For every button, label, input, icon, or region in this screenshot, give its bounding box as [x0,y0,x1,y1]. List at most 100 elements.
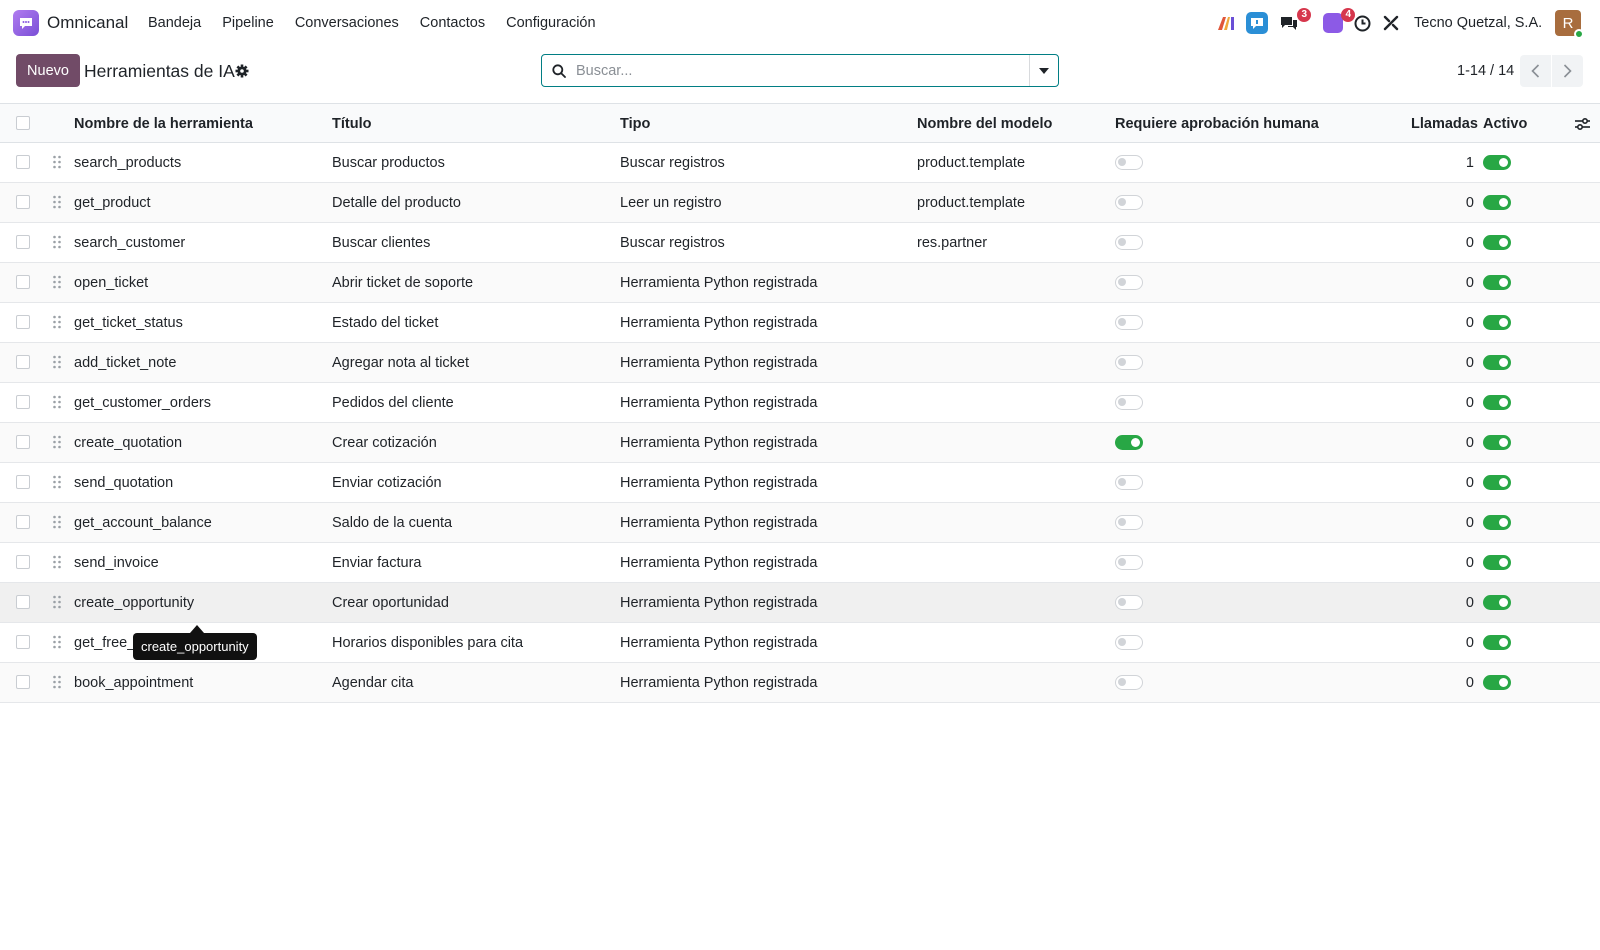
cell-title[interactable]: Enviar factura [332,555,421,571]
ai-icon[interactable] [1214,11,1238,35]
app-name[interactable]: Omnicanal [47,13,128,33]
table-row[interactable]: get_product Detalle del producto Leer un r… [0,183,1600,223]
cell-name[interactable]: send_invoice [74,555,159,571]
approval-toggle[interactable] [1115,515,1143,530]
drag-handle-icon[interactable] [53,475,61,489]
active-toggle[interactable] [1483,515,1511,530]
drag-handle-icon[interactable] [53,195,61,209]
table-row[interactable]: create_quotation Crear cotización Herramie… [0,423,1600,463]
cell-name[interactable]: search_customer [74,235,185,251]
table-row[interactable]: create_opportunity Crear oportunidad Herra… [0,583,1600,623]
row-checkbox[interactable] [16,315,30,329]
cell-model[interactable]: product.template [917,155,1025,171]
cell-model[interactable]: res.partner [917,235,987,251]
row-checkbox[interactable] [16,235,30,249]
column-header-type[interactable]: Tipo [620,116,650,132]
approval-toggle[interactable] [1115,155,1143,170]
active-toggle[interactable] [1483,475,1511,490]
cell-title[interactable]: Crear oportunidad [332,595,449,611]
approval-toggle[interactable] [1115,195,1143,210]
approval-toggle[interactable] [1115,595,1143,610]
drag-handle-icon[interactable] [53,235,61,249]
drag-handle-icon[interactable] [53,675,61,689]
cell-type[interactable]: Herramienta Python registrada [620,555,817,571]
menu-item-bandeja[interactable]: Bandeja [148,15,201,31]
menu-item-contactos[interactable]: Contactos [420,15,485,31]
cell-name[interactable]: get_customer_orders [74,395,211,411]
cell-title[interactable]: Pedidos del cliente [332,395,454,411]
cell-name[interactable]: add_ticket_note [74,355,176,371]
drag-handle-icon[interactable] [53,595,61,609]
cell-title[interactable]: Enviar cotización [332,475,442,491]
chat-bubble-icon[interactable] [13,10,39,36]
cell-type[interactable]: Herramienta Python registrada [620,275,817,291]
column-header-active[interactable]: Activo [1483,116,1527,132]
drag-handle-icon[interactable] [53,315,61,329]
row-checkbox[interactable] [16,395,30,409]
approval-toggle[interactable] [1115,555,1143,570]
cell-type[interactable]: Herramienta Python registrada [620,395,817,411]
clock-icon[interactable] [1350,11,1374,35]
table-row[interactable]: send_invoice Enviar factura Herramienta Py… [0,543,1600,583]
cell-name[interactable]: book_appointment [74,675,193,691]
cell-name[interactable]: open_ticket [74,275,148,291]
active-toggle[interactable] [1483,275,1511,290]
cell-title[interactable]: Buscar productos [332,155,445,171]
cell-name[interactable]: create_opportunity [74,595,194,611]
active-toggle[interactable] [1483,355,1511,370]
row-checkbox[interactable] [16,435,30,449]
cell-type[interactable]: Herramienta Python registrada [620,315,817,331]
livechat-icon[interactable] [1245,11,1269,35]
row-checkbox[interactable] [16,675,30,689]
messages-icon[interactable]: 3 [1277,8,1311,35]
approval-toggle[interactable] [1115,235,1143,250]
drag-handle-icon[interactable] [53,155,61,169]
column-header-model[interactable]: Nombre del modelo [917,116,1052,132]
search-options-toggle[interactable] [1029,55,1058,86]
table-row[interactable]: add_ticket_note Agregar nota al ticket Her… [0,343,1600,383]
user-avatar[interactable]: R [1555,10,1584,39]
drag-handle-icon[interactable] [53,275,61,289]
menu-item-conversaciones[interactable]: Conversaciones [295,15,399,31]
drag-handle-icon[interactable] [53,435,61,449]
cell-name[interactable]: get_ticket_status [74,315,183,331]
new-button[interactable]: Nuevo [16,54,80,87]
drag-handle-icon[interactable] [53,395,61,409]
table-row[interactable]: get_account_balance Saldo de la cuenta Her… [0,503,1600,543]
cell-title[interactable]: Buscar clientes [332,235,430,251]
cell-type[interactable]: Herramienta Python registrada [620,515,817,531]
row-checkbox[interactable] [16,275,30,289]
table-row[interactable]: get_customer_orders Pedidos del cliente He… [0,383,1600,423]
cell-title[interactable]: Crear cotización [332,435,437,451]
active-toggle[interactable] [1483,315,1511,330]
cell-title[interactable]: Abrir ticket de soporte [332,275,473,291]
cell-title[interactable]: Detalle del producto [332,195,461,211]
approval-toggle[interactable] [1115,475,1143,490]
approval-toggle[interactable] [1115,275,1143,290]
table-row[interactable]: get_ticket_status Estado del ticket Herram… [0,303,1600,343]
search-input[interactable] [576,55,1029,86]
active-toggle[interactable] [1483,155,1511,170]
cell-type[interactable]: Herramienta Python registrada [620,435,817,451]
column-header-calls[interactable]: Llamadas [1411,116,1478,132]
cell-type[interactable]: Leer un registro [620,195,722,211]
column-header-title[interactable]: Título [332,116,371,132]
table-row[interactable]: search_products Buscar productos Buscar re… [0,143,1600,183]
cell-title[interactable]: Horarios disponibles para cita [332,635,523,651]
pager-next-button[interactable] [1552,55,1583,87]
row-checkbox[interactable] [16,155,30,169]
approval-toggle[interactable] [1115,675,1143,690]
tools-icon[interactable] [1379,11,1403,35]
menu-item-pipeline[interactable]: Pipeline [222,15,274,31]
activities-icon[interactable]: 4 [1321,8,1355,35]
table-row[interactable]: book_appointment Agendar cita Herramienta … [0,663,1600,703]
approval-toggle[interactable] [1115,395,1143,410]
cell-type[interactable]: Herramienta Python registrada [620,635,817,651]
cell-type[interactable]: Herramienta Python registrada [620,475,817,491]
cell-type[interactable]: Herramienta Python registrada [620,675,817,691]
cell-title[interactable]: Estado del ticket [332,315,438,331]
drag-handle-icon[interactable] [53,355,61,369]
pager-previous-button[interactable] [1520,55,1551,87]
active-toggle[interactable] [1483,675,1511,690]
cell-name[interactable]: get_product [74,195,151,211]
